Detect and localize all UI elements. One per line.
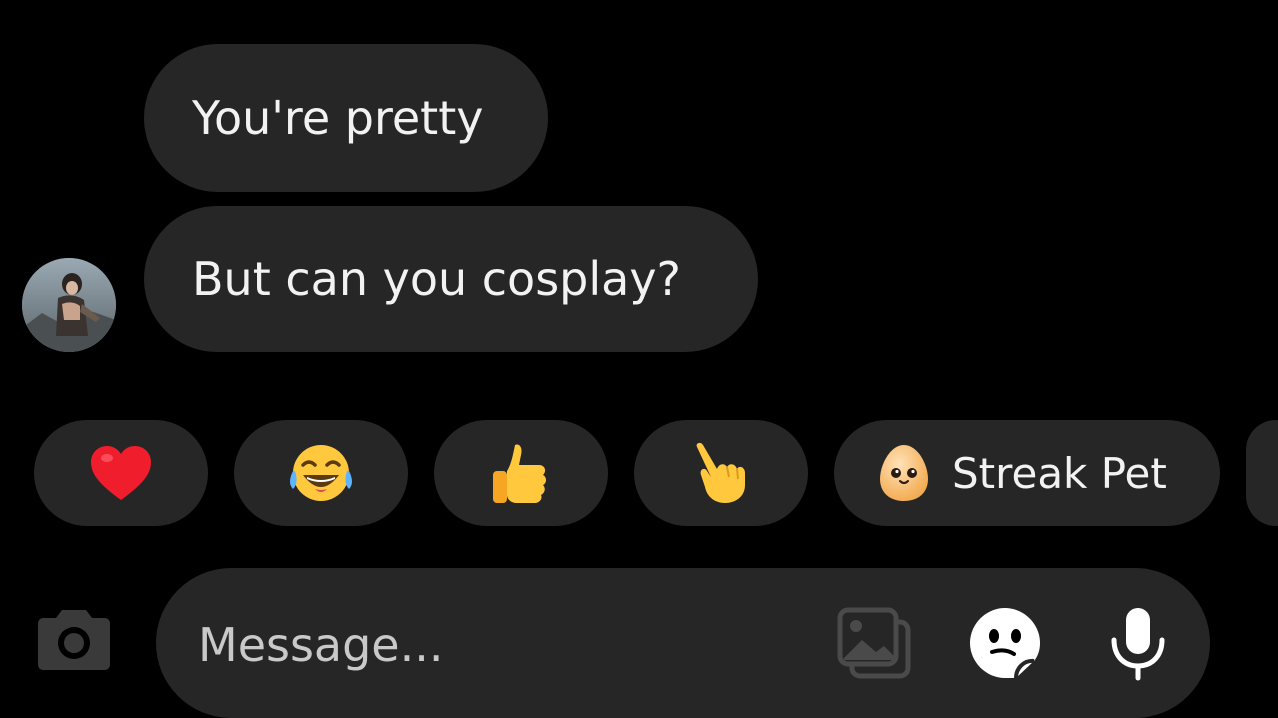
streak-pet-button[interactable]: Streak Pet: [834, 420, 1220, 526]
reaction-heart-button[interactable]: [34, 420, 208, 526]
microphone-icon: [1111, 608, 1165, 681]
microphone-button[interactable]: [1106, 606, 1170, 682]
message-composer[interactable]: Message...: [156, 568, 1210, 718]
message-text: You're pretty: [192, 91, 484, 145]
streak-pet-label: Streak Pet: [952, 448, 1167, 498]
egg-pet-icon: [880, 445, 928, 501]
sticker-icon: [970, 608, 1040, 679]
message-bubble[interactable]: But can you cosplay?: [144, 206, 758, 352]
gallery-icon: [837, 607, 911, 679]
red-heart-icon: [91, 446, 151, 500]
reaction-laugh-button[interactable]: [234, 420, 408, 526]
sender-avatar[interactable]: [22, 258, 116, 352]
tears-of-joy-icon: [290, 445, 352, 501]
reaction-more-chip[interactable]: [1246, 420, 1278, 526]
reaction-pointing-button[interactable]: [634, 420, 808, 526]
sticker-button[interactable]: [968, 606, 1042, 680]
gallery-button[interactable]: [836, 606, 912, 680]
reaction-thumbs-up-button[interactable]: [434, 420, 608, 526]
message-input[interactable]: Message...: [198, 618, 443, 672]
message-text: But can you cosplay?: [192, 252, 681, 306]
camera-button[interactable]: [36, 606, 112, 672]
thumbs-up-icon: [493, 444, 546, 503]
message-bubble[interactable]: You're pretty: [144, 44, 548, 192]
camera-icon: [38, 610, 110, 670]
pointing-hand-icon: [696, 442, 745, 503]
